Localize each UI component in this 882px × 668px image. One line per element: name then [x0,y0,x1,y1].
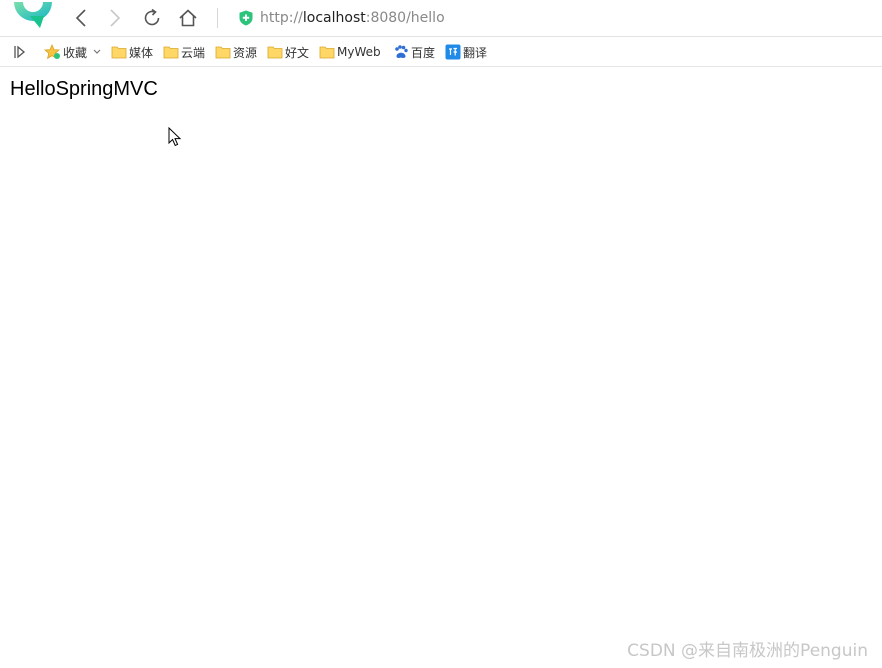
home-button[interactable] [175,5,201,31]
bookmark-label: 媒体 [129,45,154,60]
bookmark-label: 翻译 [463,45,488,60]
browser-toolbar: http://localhost:8080/hello [0,0,882,37]
bookmark-label: 收藏 [63,45,88,60]
bookmark-baidu[interactable]: 百度 [393,42,435,62]
bookmark-folder-articles[interactable]: 好文 [267,42,309,62]
bookmark-folder-resources[interactable]: 资源 [215,42,257,62]
folder-icon [267,46,283,59]
bookmarks-bar: 收藏 媒体 云端 资源 好文 MyWeb 百度 翻译 [0,37,882,67]
bookmark-translate[interactable]: 翻译 [445,42,487,62]
url-host: localhost [302,10,366,26]
watermark-text: CSDN @来自南极洲的Penguin [627,641,868,661]
bookmark-folder-media[interactable]: 媒体 [111,42,153,62]
folder-icon [111,46,127,59]
bookmark-label: MyWeb [337,45,381,59]
bookmark-folder-cloud[interactable]: 云端 [163,42,205,62]
toolbar-divider [217,8,218,28]
folder-icon [215,46,231,59]
chevron-left-icon [75,9,86,27]
forward-button[interactable] [102,5,128,31]
address-bar[interactable]: http://localhost:8080/hello [236,6,876,30]
sidebar-toggle-button[interactable] [13,42,29,62]
star-icon [44,44,60,60]
bookmark-label: 好文 [285,45,310,60]
bookmark-folder-myweb[interactable]: MyWeb [319,42,381,62]
reload-icon [144,8,160,26]
back-button[interactable] [68,5,94,31]
mouse-pointer-icon [168,127,182,147]
bookmark-label: 资源 [233,45,258,60]
bookmark-favorites[interactable]: 收藏 [44,42,105,62]
baidu-paw-icon [395,45,408,58]
bookmark-label: 百度 [411,45,436,60]
folder-icon [319,46,335,59]
sidebar-toggle-icon [14,45,26,59]
reload-button[interactable] [139,5,165,31]
url-scheme: http:// [260,10,303,26]
url-path: :8080/hello [365,10,445,26]
page-heading: HelloSpringMVC [10,78,158,100]
browser-logo-icon [14,2,52,28]
translate-icon [445,44,461,60]
chevron-down-icon [93,49,101,54]
chevron-right-icon [110,9,121,27]
home-icon [179,9,197,27]
secure-shield-icon [239,10,253,26]
folder-icon [163,46,179,59]
bookmark-label: 云端 [181,45,206,60]
address-url[interactable]: http://localhost:8080/hello [260,10,445,26]
